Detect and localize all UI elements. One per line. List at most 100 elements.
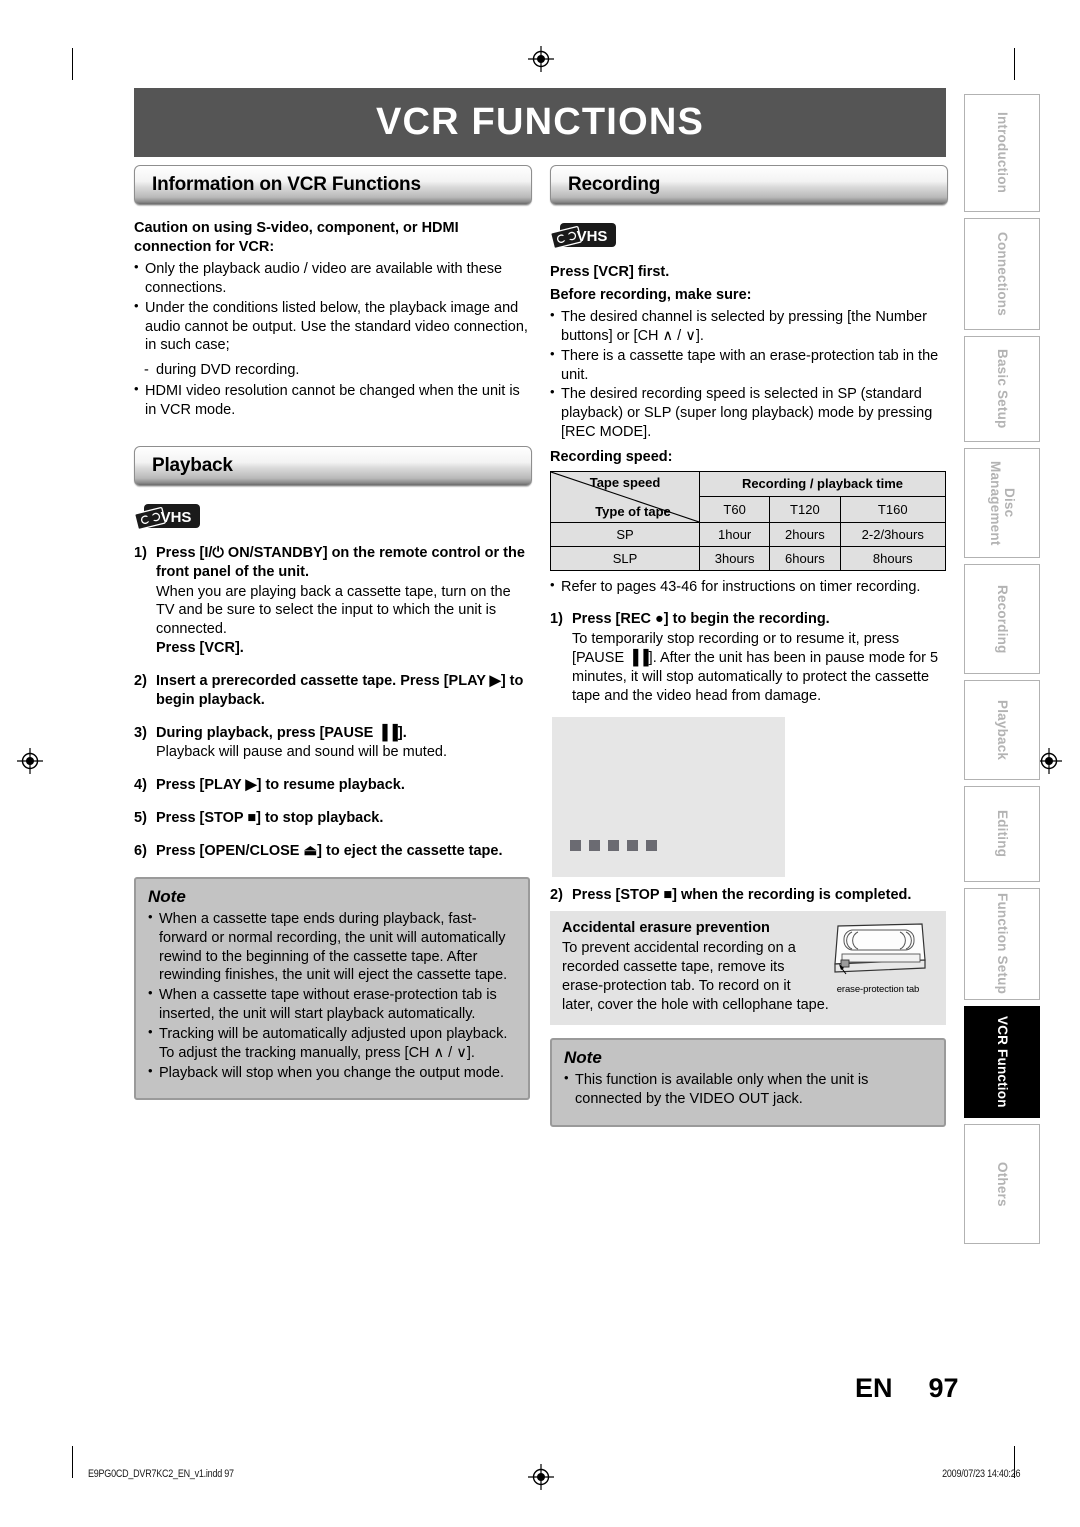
sidebar-item-playback[interactable]: Playback bbox=[964, 680, 1040, 780]
cassette-caption: erase-protection tab bbox=[836, 984, 920, 996]
recording-steps: 1) Press [REC ●] to begin the recording.… bbox=[550, 610, 946, 705]
table-cell-tape-type: T120 bbox=[769, 496, 841, 523]
table-cell-time: 6hours bbox=[769, 545, 841, 571]
sidebar-item-vcr-function[interactable]: VCR Function bbox=[964, 1006, 1040, 1118]
recording-speed-heading: Recording speed: bbox=[550, 449, 673, 465]
caution-sub-item: during DVD recording. bbox=[134, 361, 530, 380]
table-cell-time: 2hours bbox=[769, 521, 841, 547]
table-cell-time: 8hours bbox=[839, 545, 946, 571]
sidebar-item-label: Others bbox=[995, 1161, 1011, 1207]
list-item: Refer to pages 43-46 for instructions on… bbox=[550, 577, 946, 597]
table-header-recording-playback-time: Recording / playback time bbox=[699, 470, 946, 498]
step-body: To temporarily stop recording or to resu… bbox=[572, 631, 939, 704]
list-item: 6) Press [OPEN/CLOSE ⏏] to eject the cas… bbox=[134, 842, 530, 861]
crop-mark-top-left bbox=[72, 48, 73, 80]
step-title: Press [STOP ■] to stop playback. bbox=[156, 810, 384, 827]
sidebar-item-introduction[interactable]: Introduction bbox=[964, 94, 1040, 212]
step-title: Insert a prerecorded cassette tape. Pres… bbox=[156, 672, 524, 708]
right-column: Recording VHS Press [VCR] first. Before … bbox=[550, 165, 948, 1127]
vhs-badge-recording: VHS bbox=[550, 221, 618, 254]
print-footer: E9PG0CD_DVR7KC2_EN_v1.indd 97 2009/07/23… bbox=[0, 1468, 1080, 1488]
registration-mark-left bbox=[17, 748, 43, 774]
step-number: 1) bbox=[134, 544, 147, 561]
step-body-bold: Press [VCR]. bbox=[156, 640, 244, 657]
before-recording-bullet-list: The desired channel is selected by press… bbox=[550, 307, 946, 442]
step-title: During playback, press [PAUSE ▐▐]. bbox=[156, 724, 407, 741]
list-item: This function is available only when the… bbox=[564, 1070, 932, 1109]
list-item: When a cassette tape without erase-prote… bbox=[148, 985, 516, 1024]
table-row: SP 1hour 2hours 2-2/3hours bbox=[550, 521, 946, 547]
before-recording-heading: Before recording, make sure: bbox=[550, 286, 752, 303]
dash-segment bbox=[570, 839, 581, 851]
sidebar-item-label: Playback bbox=[995, 699, 1011, 761]
sidebar-item-function-setup[interactable]: Function Setup bbox=[964, 888, 1040, 1000]
list-item: Playback will stop when you change the o… bbox=[148, 1063, 516, 1083]
sidebar-item-basic-setup[interactable]: Basic Setup bbox=[964, 336, 1040, 442]
sidebar-item-connections[interactable]: Connections bbox=[964, 218, 1040, 330]
section-title: Recording bbox=[568, 174, 661, 195]
sidebar-item-editing[interactable]: Editing bbox=[964, 786, 1040, 882]
list-item: There is a cassette tape with an erase-p… bbox=[550, 346, 946, 385]
list-item: The desired channel is selected by press… bbox=[550, 307, 946, 346]
step-title: Press [REC ●] to begin the recording. bbox=[572, 611, 830, 628]
table-cell-speed: SP bbox=[550, 521, 700, 547]
sidebar-item-disc-management[interactable]: Disc Management bbox=[964, 448, 1040, 558]
accidental-erasure-box: erase-protection tab Accidental erasure … bbox=[550, 911, 946, 1025]
list-item: The desired recording speed is selected … bbox=[550, 384, 946, 442]
vhs-badge-playback: VHS bbox=[134, 502, 202, 535]
list-item: 3) During playback, press [PAUSE ▐▐]. Pl… bbox=[134, 724, 530, 763]
section-header-playback: Playback bbox=[134, 445, 532, 486]
note-bullet-list: This function is available only when the… bbox=[564, 1070, 932, 1109]
svg-text:VHS: VHS bbox=[577, 228, 608, 245]
sidebar-item-label: Basic Setup bbox=[995, 349, 1011, 429]
recording-steps-2: 2) Press [STOP ■] when the recording is … bbox=[550, 886, 946, 905]
step-body: When you are playing back a cassette tap… bbox=[156, 583, 511, 638]
list-item: 1) Press [REC ●] to begin the recording.… bbox=[550, 610, 946, 705]
dash-segment bbox=[608, 839, 619, 851]
list-item: Tracking will be automatically adjusted … bbox=[148, 1024, 516, 1063]
table-cell-time: 3hours bbox=[698, 545, 771, 571]
dash-segment bbox=[627, 839, 638, 851]
table-corner-split-cell: Tape speed Type of tape bbox=[550, 470, 700, 523]
table-cell-time: 2-2/3hours bbox=[839, 521, 946, 547]
caution-bullet-list-2: HDMI video resolution cannot be changed … bbox=[134, 381, 530, 420]
sidebar-item-label: VCR Function bbox=[995, 1016, 1011, 1108]
section-title: Playback bbox=[152, 454, 233, 476]
sidebar-item-label: Recording bbox=[995, 584, 1011, 654]
list-item: 1) Press [I/⏻ ON/STANDBY] on the remote … bbox=[134, 544, 530, 658]
list-item: 4) Press [PLAY ▶] to resume playback. bbox=[134, 776, 530, 795]
section-title: Information on VCR Functions bbox=[152, 174, 421, 195]
table-cell-time: 1hour bbox=[698, 521, 771, 547]
left-column: Information on VCR Functions Caution on … bbox=[134, 165, 532, 1101]
chapter-tab-sidebar: Introduction Connections Basic Setup Dis… bbox=[964, 94, 1040, 1250]
sidebar-item-label: Disc Management bbox=[988, 460, 1018, 546]
section-header-information-on-vcr-functions: Information on VCR Functions bbox=[134, 165, 532, 205]
step-body: Playback will pause and sound will be mu… bbox=[156, 744, 447, 761]
page-number: 97 bbox=[928, 1373, 959, 1403]
manual-page: VCR FUNCTIONS Information on VCR Functio… bbox=[0, 0, 1080, 1527]
section-header-recording: Recording bbox=[550, 165, 948, 205]
step-title: Press [OPEN/CLOSE ⏏] to eject the casset… bbox=[156, 842, 503, 859]
list-item: 2) Insert a prerecorded cassette tape. P… bbox=[134, 672, 530, 710]
footer-timestamp: 2009/07/23 14:40:26 bbox=[941, 1468, 1020, 1480]
note-bullet-list: When a cassette tape ends during playbac… bbox=[148, 909, 516, 1083]
step-title: Press [PLAY ▶] to resume playback. bbox=[156, 777, 405, 794]
sidebar-item-others[interactable]: Others bbox=[964, 1124, 1040, 1244]
svg-text:VHS: VHS bbox=[161, 509, 192, 526]
sidebar-item-label: Introduction bbox=[995, 112, 1011, 194]
caution-heading: Caution on using S-video, component, or … bbox=[134, 220, 459, 255]
list-item: Under the conditions listed below, the p… bbox=[134, 298, 530, 356]
crop-mark-top-right bbox=[1014, 48, 1015, 80]
page-title: VCR FUNCTIONS bbox=[375, 101, 705, 143]
footer-filename: E9PG0CD_DVR7KC2_EN_v1.indd 97 bbox=[88, 1468, 234, 1480]
cassette-illustration: erase-protection tab bbox=[822, 916, 934, 995]
table-cell-tape-type: T60 bbox=[698, 496, 771, 523]
step-number: 2) bbox=[134, 672, 147, 689]
recording-illustration bbox=[552, 716, 785, 877]
table-header-type-of-tape: Type of tape bbox=[595, 503, 671, 519]
language-code: EN bbox=[855, 1373, 893, 1403]
sidebar-item-recording[interactable]: Recording bbox=[964, 564, 1040, 674]
table-header-tape-speed: Tape speed bbox=[589, 474, 661, 490]
table-cell-speed: SLP bbox=[550, 545, 700, 571]
step-number: 6) bbox=[134, 842, 147, 859]
